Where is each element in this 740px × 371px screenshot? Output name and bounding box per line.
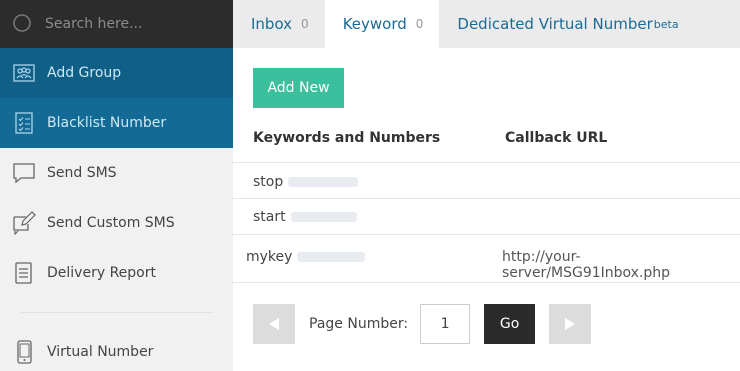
tab-label: Keyword [342, 15, 407, 33]
sidebar-item-send-sms[interactable]: Send SMS [0, 148, 233, 198]
tab-inbox[interactable]: Inbox 0 [233, 0, 325, 48]
keyword-text: stop [253, 174, 284, 190]
group-icon [13, 64, 35, 82]
tab-keyword[interactable]: Keyword 0 [324, 0, 440, 48]
tab-count: 0 [301, 17, 309, 31]
redacted-number [297, 252, 366, 262]
table-row[interactable]: start [253, 209, 357, 225]
phone-icon [17, 340, 32, 364]
row-divider [233, 282, 740, 283]
keyword-text: mykey [246, 249, 293, 265]
sidebar-item-label: Send SMS [47, 165, 117, 181]
sidebar-item-delivery-report[interactable]: Delivery Report [0, 248, 233, 298]
sidebar-item-blacklist-number[interactable]: Blacklist Number [0, 98, 233, 148]
sidebar-item-label: Send Custom SMS [47, 215, 175, 231]
go-button[interactable]: Go [484, 304, 536, 344]
sidebar-divider [20, 312, 213, 313]
sidebar-item-label: Virtual Number [47, 344, 154, 360]
row-divider [233, 162, 740, 163]
tab-dedicated-virtual-number[interactable]: Dedicated Virtual Number beta [439, 0, 694, 48]
sidebar-item-label: Blacklist Number [47, 115, 167, 131]
callback-url: http://your-server/MSG91Inbox.php [502, 249, 671, 281]
edit-message-icon [13, 211, 36, 235]
column-header-callback-url: Callback URL [505, 130, 608, 146]
beta-badge: beta [653, 17, 679, 31]
chat-bubble-icon [13, 163, 35, 184]
redacted-number [288, 177, 359, 187]
sidebar-item-label: Delivery Report [47, 265, 156, 281]
arrow-left-icon [269, 318, 279, 330]
row-divider [233, 198, 740, 199]
sidebar-item-virtual-number[interactable]: Virtual Number [0, 327, 233, 371]
tab-label: Dedicated Virtual Number [457, 15, 653, 33]
pagination: Page Number: Go [253, 304, 592, 344]
sidebar-item-label: Add Group [47, 65, 122, 81]
sidebar-item-send-custom-sms[interactable]: Send Custom SMS [0, 198, 233, 248]
table-row[interactable]: mykey [246, 249, 366, 265]
keyword-text: start [253, 209, 286, 225]
next-page-button[interactable] [549, 304, 592, 344]
previous-page-button[interactable] [253, 304, 295, 344]
tab-bar: Inbox 0 Keyword 0 Dedicated Virtual Numb… [233, 0, 740, 48]
redacted-number [290, 212, 357, 222]
search-bar [0, 0, 233, 48]
arrow-right-icon [565, 318, 576, 330]
tab-count: 0 [415, 17, 424, 31]
sidebar: Add Group Blacklist Number Send SMS Send… [0, 0, 233, 371]
table-row[interactable]: stop [253, 174, 359, 190]
page-number-label: Page Number: [309, 316, 409, 332]
page-number-input[interactable] [420, 304, 471, 344]
sidebar-item-add-group[interactable]: Add Group [0, 48, 233, 98]
main-content: Add New Keywords and Numbers Callback UR… [233, 48, 740, 371]
report-icon [15, 262, 32, 284]
row-divider [233, 234, 740, 235]
search-icon [13, 14, 31, 32]
search-input[interactable] [45, 16, 215, 32]
tab-label: Inbox [251, 15, 293, 33]
column-header-keywords: Keywords and Numbers [253, 130, 441, 146]
checklist-icon [15, 112, 33, 134]
add-new-button[interactable]: Add New [253, 68, 344, 108]
